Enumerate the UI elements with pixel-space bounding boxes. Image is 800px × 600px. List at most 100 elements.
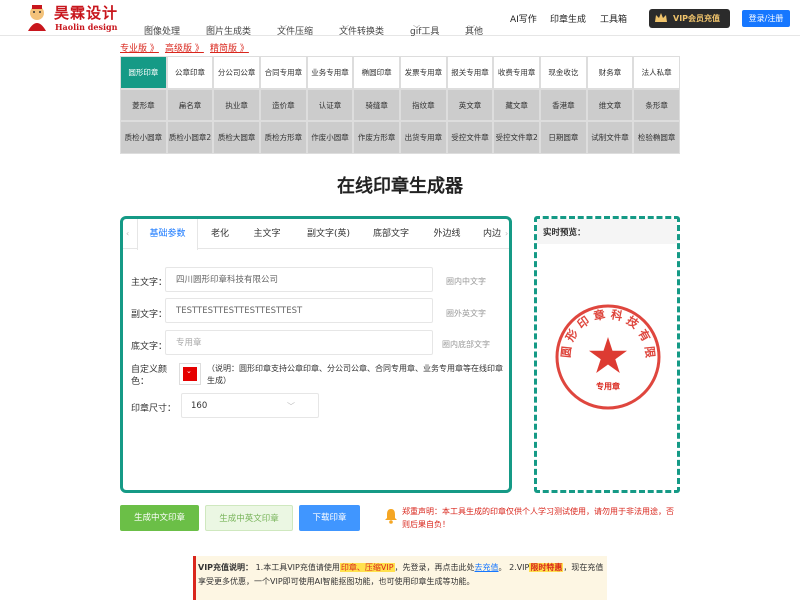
bottom-text-hint: 圈内底部文字 <box>442 340 490 349</box>
vip-notice-highlight1: 印章、压缩VIP <box>339 563 395 572</box>
seal-size-value: 160 <box>191 401 208 411</box>
version-advanced-link[interactable]: 高级版 》 <box>165 41 204 54</box>
chevron-down-icon: ﹀ <box>413 25 420 33</box>
login-register-button[interactable]: 登录/注册 <box>742 10 790 27</box>
seal-type-1-1[interactable]: 圆形印章 <box>120 56 167 89</box>
sub-text-input[interactable]: TESTTESTTESTTESTTESTTEST <box>165 298 433 323</box>
tab-inner-border[interactable]: 内边 <box>477 219 505 249</box>
seal-type-1-2[interactable]: 公章印章 <box>166 56 214 89</box>
seal-type-grid: 圆形印章 公章印章 分公司公章 合同专用章 业务专用章 椭圆印章 发票专用章 报关专用章 收费专… <box>120 56 680 155</box>
seal-type-3-9[interactable]: 受控文件章2 <box>493 121 540 155</box>
seal-type-2-7[interactable]: 指纹章 <box>400 88 447 122</box>
color-note: （说明：圆形印章支持公章印章、分公司公章、合同专用章、业务专用章等在线印章生成） <box>207 364 503 385</box>
seal-type-3-1[interactable]: 质检小圆章 <box>120 121 167 155</box>
vip-recharge-button[interactable]: VIP会员充值 <box>649 9 730 28</box>
seal-size-label: 印章尺寸： <box>131 404 177 414</box>
seal-type-3-3[interactable]: 质检大圆章 <box>213 121 260 155</box>
seal-type-1-12[interactable]: 法人私章 <box>633 56 680 89</box>
seal-type-3-7[interactable]: 出货专用章 <box>400 121 447 155</box>
tab-outer-border[interactable]: 外边线 <box>417 219 477 249</box>
bell-icon <box>385 509 397 524</box>
vip-notice-part3: 。 2.VIP <box>498 563 530 572</box>
seal-type-1-11[interactable]: 财务章 <box>586 56 634 89</box>
tab-scroll-left-icon[interactable]: ‹ <box>126 229 129 238</box>
vip-notice-part2: ，先登录，再点击此处 <box>394 563 475 572</box>
seal-type-2-9[interactable]: 藏文章 <box>493 88 540 122</box>
tab-basic-params[interactable]: 基础参数 <box>137 219 198 250</box>
seal-star-icon <box>589 337 627 373</box>
preview-label: 实时预览： <box>537 219 677 244</box>
vip-notice: VIP充值说明： 1.本工具VIP充值请使用印章、压缩VIP，先登录，再点击此处… <box>193 556 607 600</box>
nav-ai-writing[interactable]: AI写作 <box>510 12 537 25</box>
main-text-label: 主文字： <box>131 278 168 288</box>
seal-type-1-3[interactable]: 分公司公章 <box>213 56 260 89</box>
seal-type-1-4[interactable]: 合同专用章 <box>260 56 307 89</box>
seal-type-3-12[interactable]: 检验椭圆章 <box>633 121 680 155</box>
chevron-down-icon: ﹀ <box>147 25 154 33</box>
live-preview-panel: 实时预览： 四川圆形印章科技有限公司 专用章 <box>534 216 680 493</box>
bottom-text-input[interactable]: 专用章 <box>165 330 433 355</box>
generate-cn-en-seal-button[interactable]: 生成中英文印章 <box>205 505 293 531</box>
seal-type-2-4[interactable]: 造价章 <box>260 88 307 122</box>
main-text-input[interactable]: 四川圆形印章科技有限公司 <box>165 267 433 292</box>
seal-type-3-8[interactable]: 受控文件章 <box>446 121 494 155</box>
color-picker[interactable]: ⌄ <box>179 363 201 385</box>
vip-notice-highlight2: 限时特惠 <box>529 563 564 572</box>
seal-type-1-10[interactable]: 现金收讫 <box>540 56 587 89</box>
vip-button-label: VIP会员充值 <box>673 14 721 23</box>
tab-bottom-text[interactable]: 底部文字 <box>365 219 417 249</box>
main-text-hint: 圈内中文字 <box>446 277 486 286</box>
generate-chinese-seal-button[interactable]: 生成中文印章 <box>120 505 199 531</box>
sub-text-hint: 圈外英文字 <box>446 309 486 318</box>
nav-seal-generator[interactable]: 印章生成 <box>550 12 586 25</box>
chevron-down-icon: ﹀ <box>209 25 216 33</box>
seal-type-1-8[interactable]: 报关专用章 <box>446 56 494 89</box>
top-header: 昊霖设计 Haolin design 图像处理 ﹀ 图片生成类 ﹀ 文件压缩 ﹀ 文件… <box>0 0 800 37</box>
seal-type-3-6[interactable]: 作废方形章 <box>353 121 400 155</box>
vip-notice-label: VIP充值说明： <box>198 563 254 572</box>
logo-title: 昊霖设计 <box>54 4 119 22</box>
mascot-icon <box>28 5 46 31</box>
seal-type-1-9[interactable]: 收费专用章 <box>493 56 540 89</box>
logo-subtitle: Haolin design <box>55 22 118 32</box>
seal-size-select[interactable]: 160 ﹀ <box>181 393 319 418</box>
disclaimer-text: 郑重声明：本工具生成的印章仅供个人学习测试使用，请勿用于非法用途，否则后果自负！ <box>402 507 674 529</box>
sub-text-label: 副文字： <box>131 310 168 320</box>
seal-type-2-2[interactable]: 扁名章 <box>166 88 214 122</box>
vip-notice-part1: 1.本工具VIP充值请使用 <box>255 563 340 572</box>
bottom-text-label: 底文字： <box>131 342 168 352</box>
vip-notice-text: VIP充值说明： 1.本工具VIP充值请使用印章、压缩VIP，先登录，再点击此处… <box>198 561 604 589</box>
version-pro-link[interactable]: 专业版 》 <box>120 41 159 54</box>
tab-sub-text-en[interactable]: 副文字(英) <box>292 219 365 249</box>
site-logo[interactable]: 昊霖设计 Haolin design <box>22 3 134 33</box>
nav-toolbox[interactable]: 工具箱 <box>600 12 627 25</box>
chevron-down-icon: ﹀ <box>468 25 475 33</box>
seal-preview-image: 四川圆形印章科技有限公司 专用章 <box>554 303 661 410</box>
seal-type-2-1[interactable]: 菱形章 <box>120 88 167 122</box>
seal-type-2-5[interactable]: 认证章 <box>306 88 354 122</box>
seal-type-3-5[interactable]: 作废小圆章 <box>306 121 354 155</box>
tab-main-text[interactable]: 主文字 <box>242 219 292 249</box>
seal-type-3-10[interactable]: 日期圆章 <box>540 121 587 155</box>
chevron-down-icon: ﹀ <box>342 25 349 33</box>
seal-type-2-10[interactable]: 香港章 <box>540 88 587 122</box>
settings-tabs: ‹ 基础参数 老化 主文字 副文字(英) 底部文字 外边线 内边 › <box>123 219 509 250</box>
seal-type-2-8[interactable]: 英文章 <box>446 88 494 122</box>
seal-bottom-text: 专用章 <box>596 381 620 391</box>
seal-type-2-3[interactable]: 执业章 <box>213 88 260 122</box>
seal-type-2-6[interactable]: 骑缝章 <box>353 88 400 122</box>
seal-type-3-11[interactable]: 试制文件章 <box>586 121 634 155</box>
recharge-link[interactable]: 去充值 <box>475 563 499 572</box>
seal-type-1-6[interactable]: 椭圆印章 <box>353 56 400 89</box>
seal-type-2-12[interactable]: 条形章 <box>633 88 680 122</box>
seal-type-1-7[interactable]: 发票专用章 <box>400 56 447 89</box>
tab-scroll-right-icon[interactable]: › <box>505 229 508 238</box>
seal-type-3-4[interactable]: 质检方形章 <box>260 121 307 155</box>
download-seal-button[interactable]: 下载印章 <box>299 505 360 531</box>
seal-type-1-5[interactable]: 业务专用章 <box>306 56 354 89</box>
seal-type-2-11[interactable]: 维文章 <box>586 88 634 122</box>
seal-type-3-2[interactable]: 质检小圆章2 <box>166 121 214 155</box>
version-lite-link[interactable]: 精简版 》 <box>210 41 249 54</box>
tab-aging[interactable]: 老化 <box>198 219 242 249</box>
crown-icon <box>655 13 667 22</box>
